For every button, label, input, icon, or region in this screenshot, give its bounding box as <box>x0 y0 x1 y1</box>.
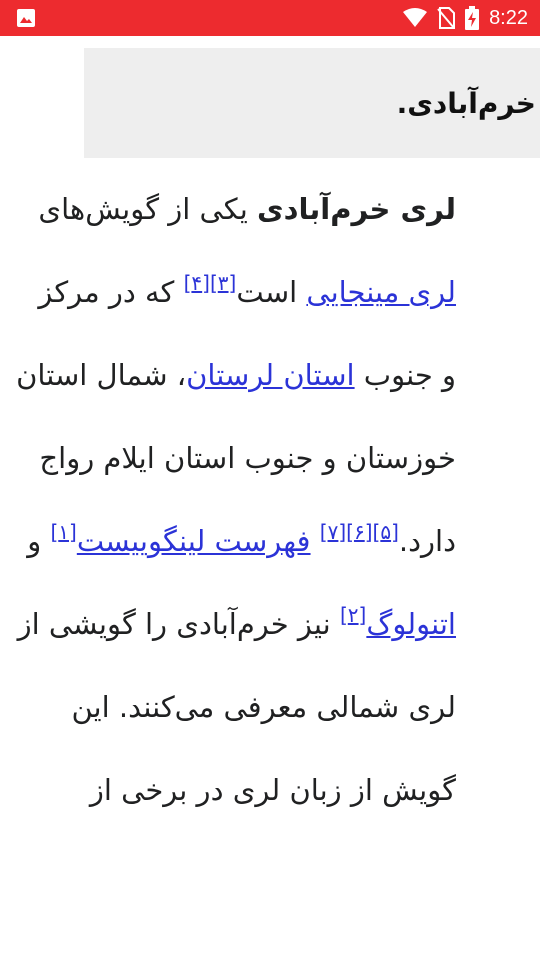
citation-ref-2[interactable]: [۲] <box>340 603 366 627</box>
citation-link[interactable]: [۵] <box>373 520 399 544</box>
link-linguist-list[interactable]: فهرست لینگوییست <box>77 524 311 558</box>
citation-link[interactable]: [۲] <box>340 603 366 627</box>
link-lorestan-province[interactable]: استان لرستان <box>186 358 354 392</box>
citation-ref-4[interactable]: [۴] <box>184 271 210 295</box>
status-bar: 8:22 <box>0 0 540 36</box>
battery-charging-icon <box>465 6 480 30</box>
citation-ref-3[interactable]: [۳] <box>210 271 236 295</box>
article-text <box>311 524 320 558</box>
wifi-icon <box>403 8 428 27</box>
article-text: است <box>236 275 307 309</box>
image-icon <box>17 9 35 27</box>
citation-ref-1[interactable]: [۱] <box>50 520 76 544</box>
citation-link[interactable]: [۴] <box>184 271 210 295</box>
citation-link[interactable]: [۳] <box>210 271 236 295</box>
citation-link[interactable]: [۶] <box>346 520 372 544</box>
link-ethnologue[interactable]: اتنولوگ <box>366 607 456 641</box>
article-text: یکی از گویش‌های <box>38 192 258 226</box>
article-paragraph: لری خرم‌آبادی یکی از گویش‌های لری مینجای… <box>16 168 456 832</box>
infobox-caption: خرم‌آبادی. <box>84 48 540 158</box>
infobox-text: خرم‌آبادی. <box>396 86 536 120</box>
link-lori-minjai[interactable]: لری مینجایی <box>306 275 456 309</box>
article-lead-bold: لری خرم‌آبادی <box>257 192 456 226</box>
article-text: و <box>27 524 51 558</box>
citation-link[interactable]: [۱] <box>50 520 76 544</box>
clock-time: 8:22 <box>489 6 528 29</box>
citation-link[interactable]: [۷] <box>320 520 346 544</box>
citation-ref-7[interactable]: [۷] <box>320 520 346 544</box>
no-sim-icon <box>437 7 456 29</box>
citation-ref-6[interactable]: [۶] <box>346 520 372 544</box>
citation-ref-5[interactable]: [۵] <box>373 520 399 544</box>
